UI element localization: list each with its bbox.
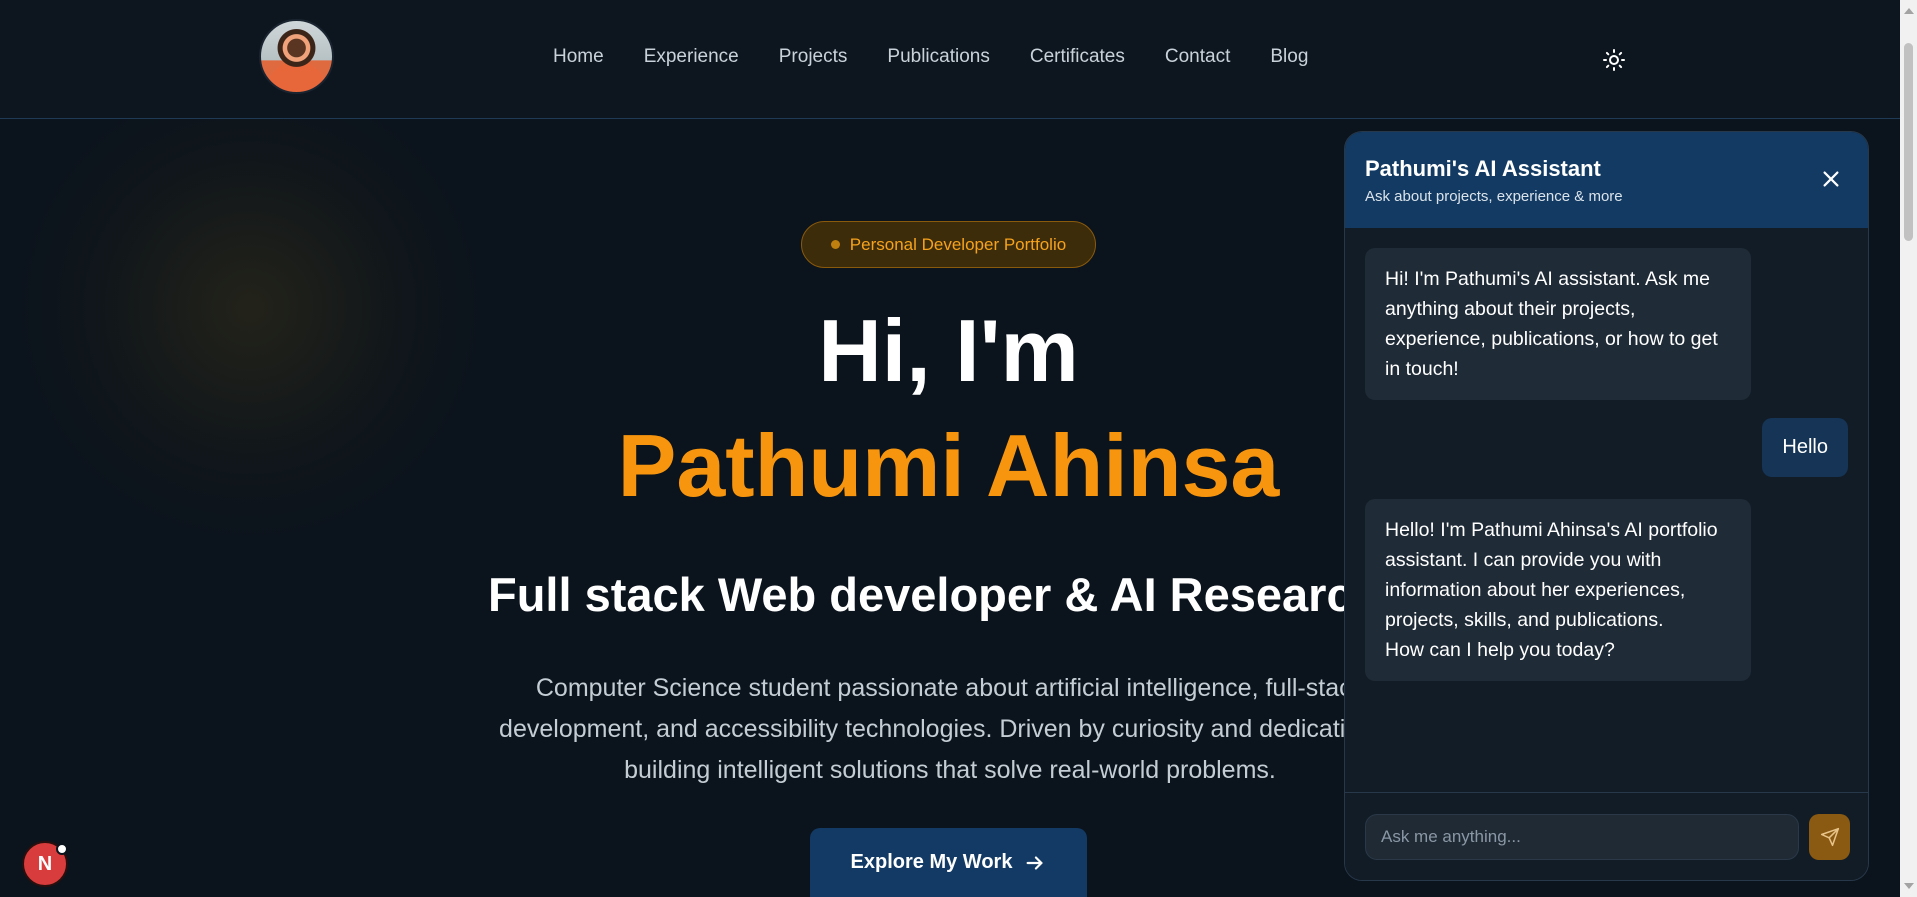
page-scrollbar[interactable] (1900, 0, 1917, 897)
sun-icon (1603, 49, 1625, 71)
explore-work-label: Explore My Work (850, 851, 1013, 873)
portfolio-badge: Personal Developer Portfolio (801, 221, 1096, 268)
chat-input[interactable] (1365, 814, 1799, 860)
profile-avatar[interactable] (259, 19, 334, 94)
send-icon (1820, 827, 1839, 847)
nav-link-experience[interactable]: Experience (644, 46, 739, 68)
assistant-message: Hello! I'm Pathumi Ahinsa's AI portfolio… (1365, 499, 1751, 681)
badge-label: Personal Developer Portfolio (849, 234, 1067, 254)
chat-footer (1345, 792, 1868, 880)
scrollbar-thumb[interactable] (1904, 43, 1913, 241)
close-icon[interactable] (1820, 168, 1842, 190)
assistant-message: Hi! I'm Pathumi's AI assistant. Ask me a… (1365, 248, 1751, 400)
scroll-up-icon[interactable] (1904, 8, 1914, 14)
send-button[interactable] (1809, 814, 1850, 860)
arrow-right-icon (1027, 855, 1043, 870)
nav-links: Home Experience Projects Publications Ce… (553, 46, 1308, 68)
explore-work-button[interactable]: Explore My Work (810, 828, 1087, 897)
nav-link-home[interactable]: Home (553, 46, 604, 68)
nav-link-blog[interactable]: Blog (1270, 46, 1308, 68)
theme-toggle-button[interactable] (1599, 45, 1629, 75)
hero-subtitle: Full stack Web developer & AI Researcher (488, 568, 1426, 621)
dev-tools-label: N (37, 852, 53, 875)
nav-link-publications[interactable]: Publications (887, 46, 989, 68)
nav-link-certificates[interactable]: Certificates (1030, 46, 1125, 68)
notification-dot-icon (56, 843, 68, 855)
nav-link-contact[interactable]: Contact (1165, 46, 1230, 68)
badge-dot-icon (830, 240, 840, 249)
top-navigation: Home Experience Projects Publications Ce… (0, 0, 1900, 119)
chat-title: Pathumi's AI Assistant (1365, 156, 1601, 181)
hero-description: Computer Science student passionate abou… (499, 674, 1401, 784)
chat-subtitle: Ask about projects, experience & more (1365, 188, 1623, 205)
user-message: Hello (1762, 418, 1848, 477)
scroll-down-icon[interactable] (1904, 883, 1914, 889)
chat-header: Pathumi's AI Assistant Ask about project… (1345, 132, 1868, 228)
nav-link-projects[interactable]: Projects (779, 46, 848, 68)
ai-assistant-chat: Pathumi's AI Assistant Ask about project… (1344, 131, 1869, 881)
